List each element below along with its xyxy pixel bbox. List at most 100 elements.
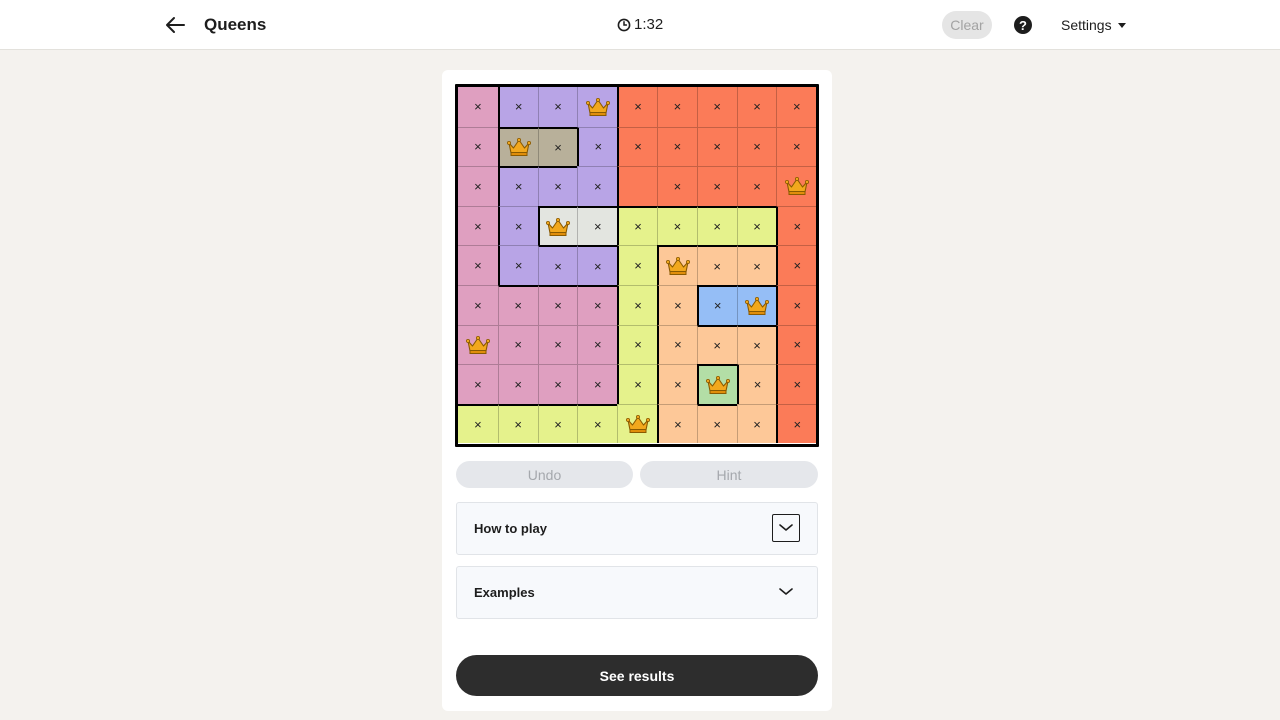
board-cell[interactable]: ×: [497, 87, 538, 127]
board-cell[interactable]: [696, 364, 737, 404]
board-cell[interactable]: ×: [736, 205, 777, 246]
board-cell[interactable]: ×: [617, 324, 657, 365]
board-cell[interactable]: ×: [497, 324, 538, 365]
cross-mark: ×: [554, 139, 562, 155]
board-cell[interactable]: ×: [776, 87, 817, 127]
board-cell[interactable]: ×: [577, 166, 618, 206]
board-cell[interactable]: ×: [537, 324, 578, 365]
board-cell[interactable]: ×: [458, 245, 498, 285]
cross-mark: ×: [713, 139, 721, 155]
board-cell[interactable]: ×: [657, 324, 697, 365]
board-cell[interactable]: ×: [537, 126, 578, 167]
board-cell[interactable]: ×: [696, 245, 737, 285]
board-cell[interactable]: ×: [657, 87, 697, 127]
board-cell[interactable]: ×: [776, 324, 817, 365]
cross-mark: ×: [554, 376, 562, 392]
board-cell[interactable]: ×: [657, 364, 697, 404]
board-cell[interactable]: ×: [458, 205, 498, 246]
board-cell[interactable]: [617, 166, 657, 206]
board-cell[interactable]: ×: [776, 245, 817, 285]
board-cell[interactable]: ×: [537, 403, 578, 444]
board-cell[interactable]: ×: [458, 166, 498, 206]
board-cell[interactable]: ×: [497, 285, 538, 325]
board-cell[interactable]: ×: [537, 87, 578, 127]
board-cell[interactable]: [497, 126, 538, 167]
board-cell[interactable]: ×: [577, 205, 618, 246]
board-cell[interactable]: ×: [458, 87, 498, 127]
board-cell[interactable]: ×: [776, 205, 817, 246]
board-cell[interactable]: ×: [736, 166, 777, 206]
board-cell[interactable]: [776, 166, 817, 206]
board-cell[interactable]: ×: [577, 403, 618, 444]
board-cell[interactable]: [617, 403, 657, 444]
clear-button[interactable]: Clear: [942, 11, 992, 39]
board-cell[interactable]: ×: [497, 205, 538, 246]
back-arrow-icon: [166, 17, 185, 33]
board-cell[interactable]: [657, 245, 697, 285]
board-cell[interactable]: ×: [736, 126, 777, 167]
board-cell[interactable]: ×: [736, 245, 777, 285]
board-cell[interactable]: ×: [537, 364, 578, 404]
board-cell[interactable]: ×: [736, 364, 777, 404]
board-cell[interactable]: ×: [776, 403, 817, 444]
board-cell[interactable]: ×: [696, 403, 737, 444]
board-cell[interactable]: ×: [736, 403, 777, 444]
board-cell[interactable]: ×: [458, 364, 498, 404]
board-cell[interactable]: ×: [776, 285, 817, 325]
board-cell[interactable]: ×: [577, 364, 618, 404]
board-cell[interactable]: ×: [696, 285, 737, 325]
board-cell[interactable]: ×: [617, 285, 657, 325]
board-cell[interactable]: ×: [696, 205, 737, 246]
board-cell[interactable]: ×: [696, 126, 737, 167]
cross-mark: ×: [634, 376, 642, 392]
board-cell[interactable]: ×: [657, 166, 697, 206]
board-cell[interactable]: ×: [657, 285, 697, 325]
cross-mark: ×: [593, 376, 602, 392]
board-cell[interactable]: ×: [497, 403, 538, 444]
board-cell[interactable]: ×: [617, 245, 657, 285]
back-button[interactable]: [163, 12, 189, 38]
board-cell[interactable]: ×: [696, 166, 737, 206]
board-cell[interactable]: [736, 285, 777, 325]
board-cell[interactable]: ×: [458, 126, 498, 167]
board-cell[interactable]: ×: [497, 364, 538, 404]
hint-button[interactable]: Hint: [640, 461, 818, 488]
board-cell[interactable]: ×: [537, 245, 578, 285]
board-cell[interactable]: ×: [458, 285, 498, 325]
board-cell[interactable]: ×: [458, 403, 498, 444]
board-cell[interactable]: ×: [696, 324, 737, 365]
board-cell[interactable]: ×: [736, 324, 777, 365]
settings-button[interactable]: Settings: [1061, 17, 1126, 33]
board-cell[interactable]: ×: [776, 126, 817, 167]
board-cell[interactable]: ×: [537, 166, 578, 206]
undo-button[interactable]: Undo: [456, 461, 633, 488]
board-cell[interactable]: ×: [497, 166, 538, 206]
chevron-down-icon[interactable]: [772, 578, 800, 606]
examples-accordion[interactable]: Examples: [456, 566, 818, 619]
cross-mark: ×: [793, 297, 802, 313]
board-cell[interactable]: ×: [537, 285, 578, 325]
board-cell[interactable]: ×: [657, 205, 697, 246]
board-cell[interactable]: [458, 324, 498, 365]
board-cell[interactable]: ×: [577, 245, 618, 285]
board-cell[interactable]: ×: [497, 245, 538, 285]
help-button[interactable]: ?: [1014, 16, 1032, 34]
board-cell[interactable]: ×: [617, 205, 657, 246]
board-cell[interactable]: [577, 87, 618, 127]
board-cell[interactable]: ×: [577, 126, 618, 167]
board-cell[interactable]: ×: [657, 403, 697, 444]
board-cell[interactable]: ×: [736, 87, 777, 127]
board-cell[interactable]: ×: [577, 324, 618, 365]
board-cell[interactable]: ×: [617, 126, 657, 167]
how-to-play-accordion[interactable]: How to play: [456, 502, 818, 555]
chevron-down-icon[interactable]: [772, 514, 800, 542]
board-cell[interactable]: ×: [577, 285, 618, 325]
board-cell[interactable]: ×: [696, 87, 737, 127]
board-cell[interactable]: ×: [617, 364, 657, 404]
board-cell[interactable]: ×: [617, 87, 657, 127]
board-cell[interactable]: ×: [776, 364, 817, 404]
cross-mark: ×: [634, 219, 642, 235]
board-cell[interactable]: ×: [657, 126, 697, 167]
see-results-button[interactable]: See results: [456, 655, 818, 696]
board-cell[interactable]: [537, 205, 578, 246]
